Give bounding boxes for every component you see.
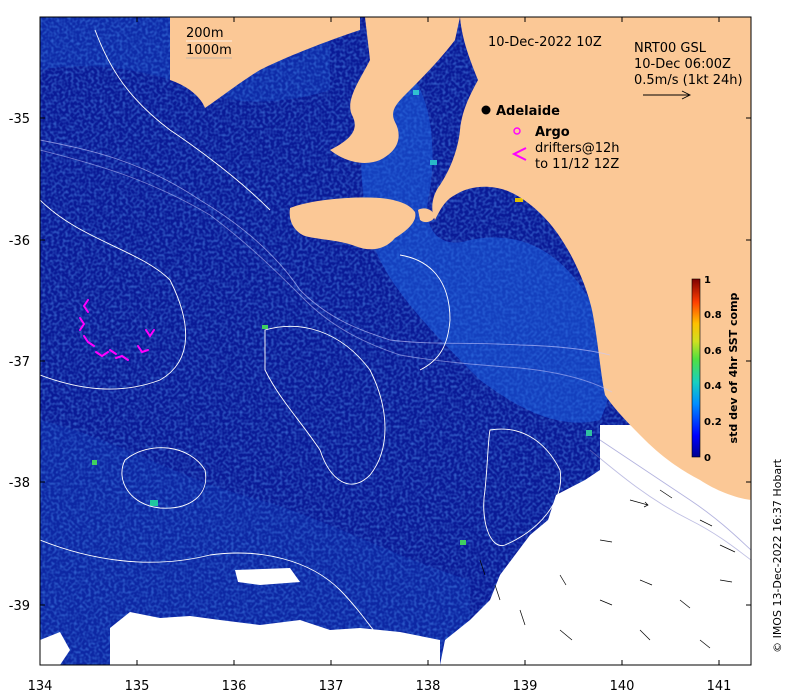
y-tick-label: -37 (9, 355, 30, 370)
legend-drifters-line1: drifters@12h (535, 141, 620, 156)
legend-argo: Argo (535, 125, 570, 140)
product-line3: 0.5m/s (1kt 24h) (634, 73, 743, 88)
colorbar-title: std dev of 4hr SST comp (727, 292, 740, 443)
x-tick-label: 138 (416, 679, 441, 694)
sst-map: Adelaide Argo drifters@12h to 11/12 12Z … (9, 16, 784, 694)
x-tick-label: 134 (28, 679, 53, 694)
x-tick-label: 140 (610, 679, 635, 694)
depth-label-1000: 1000m (186, 43, 232, 58)
colorbar-gradient (691, 278, 701, 458)
colorbar-tick: 0.8 (704, 310, 722, 321)
legend-drifters-line2: to 11/12 12Z (535, 157, 619, 172)
place-label: Adelaide (496, 104, 560, 119)
colorbar-tick: 0 (704, 453, 711, 464)
y-tick-label: -38 (9, 476, 30, 491)
colorbar-tick: 0.2 (704, 417, 722, 428)
x-tick-label: 135 (125, 679, 150, 694)
date-label: 10-Dec-2022 10Z (488, 35, 602, 50)
y-tick-label: -35 (9, 112, 30, 127)
adelaide-marker (481, 105, 491, 115)
depth-label-200: 200m (186, 26, 223, 41)
colorbar-tick: 0.6 (704, 346, 722, 357)
x-tick-label: 139 (513, 679, 538, 694)
x-tick-label: 137 (319, 679, 344, 694)
x-tick-labels: 134 135 136 137 138 139 140 141 (28, 679, 732, 694)
map-plot-area (40, 17, 751, 665)
product-line1: NRT00 GSL (634, 41, 707, 56)
y-tick-label: -36 (9, 234, 30, 249)
x-tick-label: 136 (222, 679, 247, 694)
product-line2: 10-Dec 06:00Z (634, 57, 731, 72)
y-tick-label: -39 (9, 599, 30, 614)
x-tick-label: 141 (707, 679, 732, 694)
colorbar-tick: 0.4 (704, 381, 722, 392)
colorbar-tick: 1 (704, 275, 711, 286)
y-tick-labels: -35 -36 -37 -38 -39 (9, 112, 30, 614)
credit-label: © IMOS 13-Dec-2022 16:37 Hobart (771, 458, 784, 653)
